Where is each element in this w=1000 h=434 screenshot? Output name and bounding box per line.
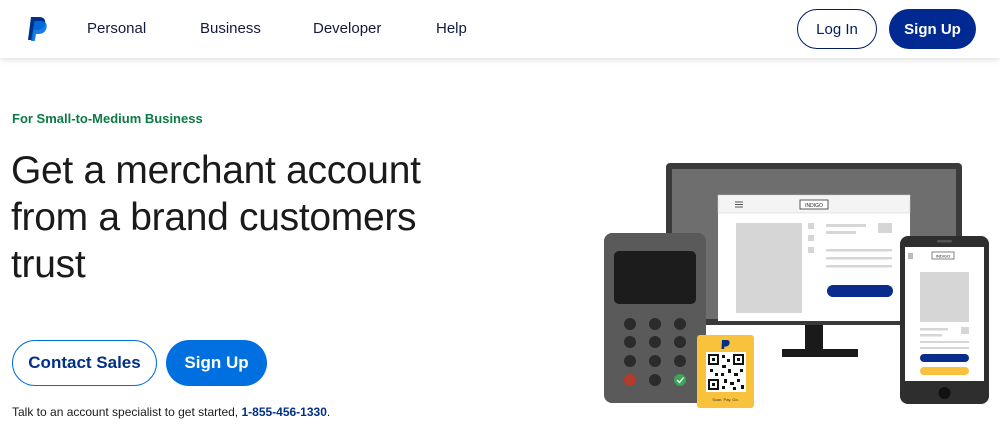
qr-code-stand-icon: Scan. Pay. Go. [697, 335, 754, 408]
phone-brand-text: INDIGO [936, 254, 950, 259]
nav-help[interactable]: Help [436, 20, 467, 37]
log-in-button[interactable]: Log In [797, 9, 877, 49]
nav-personal[interactable]: Personal [87, 20, 146, 37]
desktop-brand-text: INDIGO [805, 203, 823, 209]
smartphone-icon: INDIGO [900, 236, 989, 404]
specialist-footnote: Talk to an account specialist to get sta… [12, 405, 330, 419]
nav-developer[interactable]: Developer [313, 20, 381, 37]
sign-up-hero-button[interactable]: Sign Up [166, 340, 267, 386]
top-navigation-bar: Personal Business Developer Help Log In … [0, 0, 1000, 58]
hero-headline: Get a merchant account from a brand cust… [11, 149, 421, 286]
footnote-period: . [326, 405, 331, 419]
card-terminal-icon [604, 233, 706, 403]
sign-up-header-button[interactable]: Sign Up [889, 9, 976, 49]
paypal-logo-icon[interactable] [26, 16, 48, 42]
hero-eyebrow: For Small-to-Medium Business [12, 111, 203, 126]
footnote-text: Talk to an account specialist to get sta… [12, 405, 242, 419]
qr-caption-text: Scan. Pay. Go. [712, 397, 739, 402]
phone-number-link[interactable]: 1-855-456-1330 [241, 405, 326, 419]
nav-business[interactable]: Business [200, 20, 261, 37]
merchant-devices-illustration: INDIGO Scan. Pay. Go. INDIGO [604, 163, 989, 408]
contact-sales-button[interactable]: Contact Sales [12, 340, 157, 386]
